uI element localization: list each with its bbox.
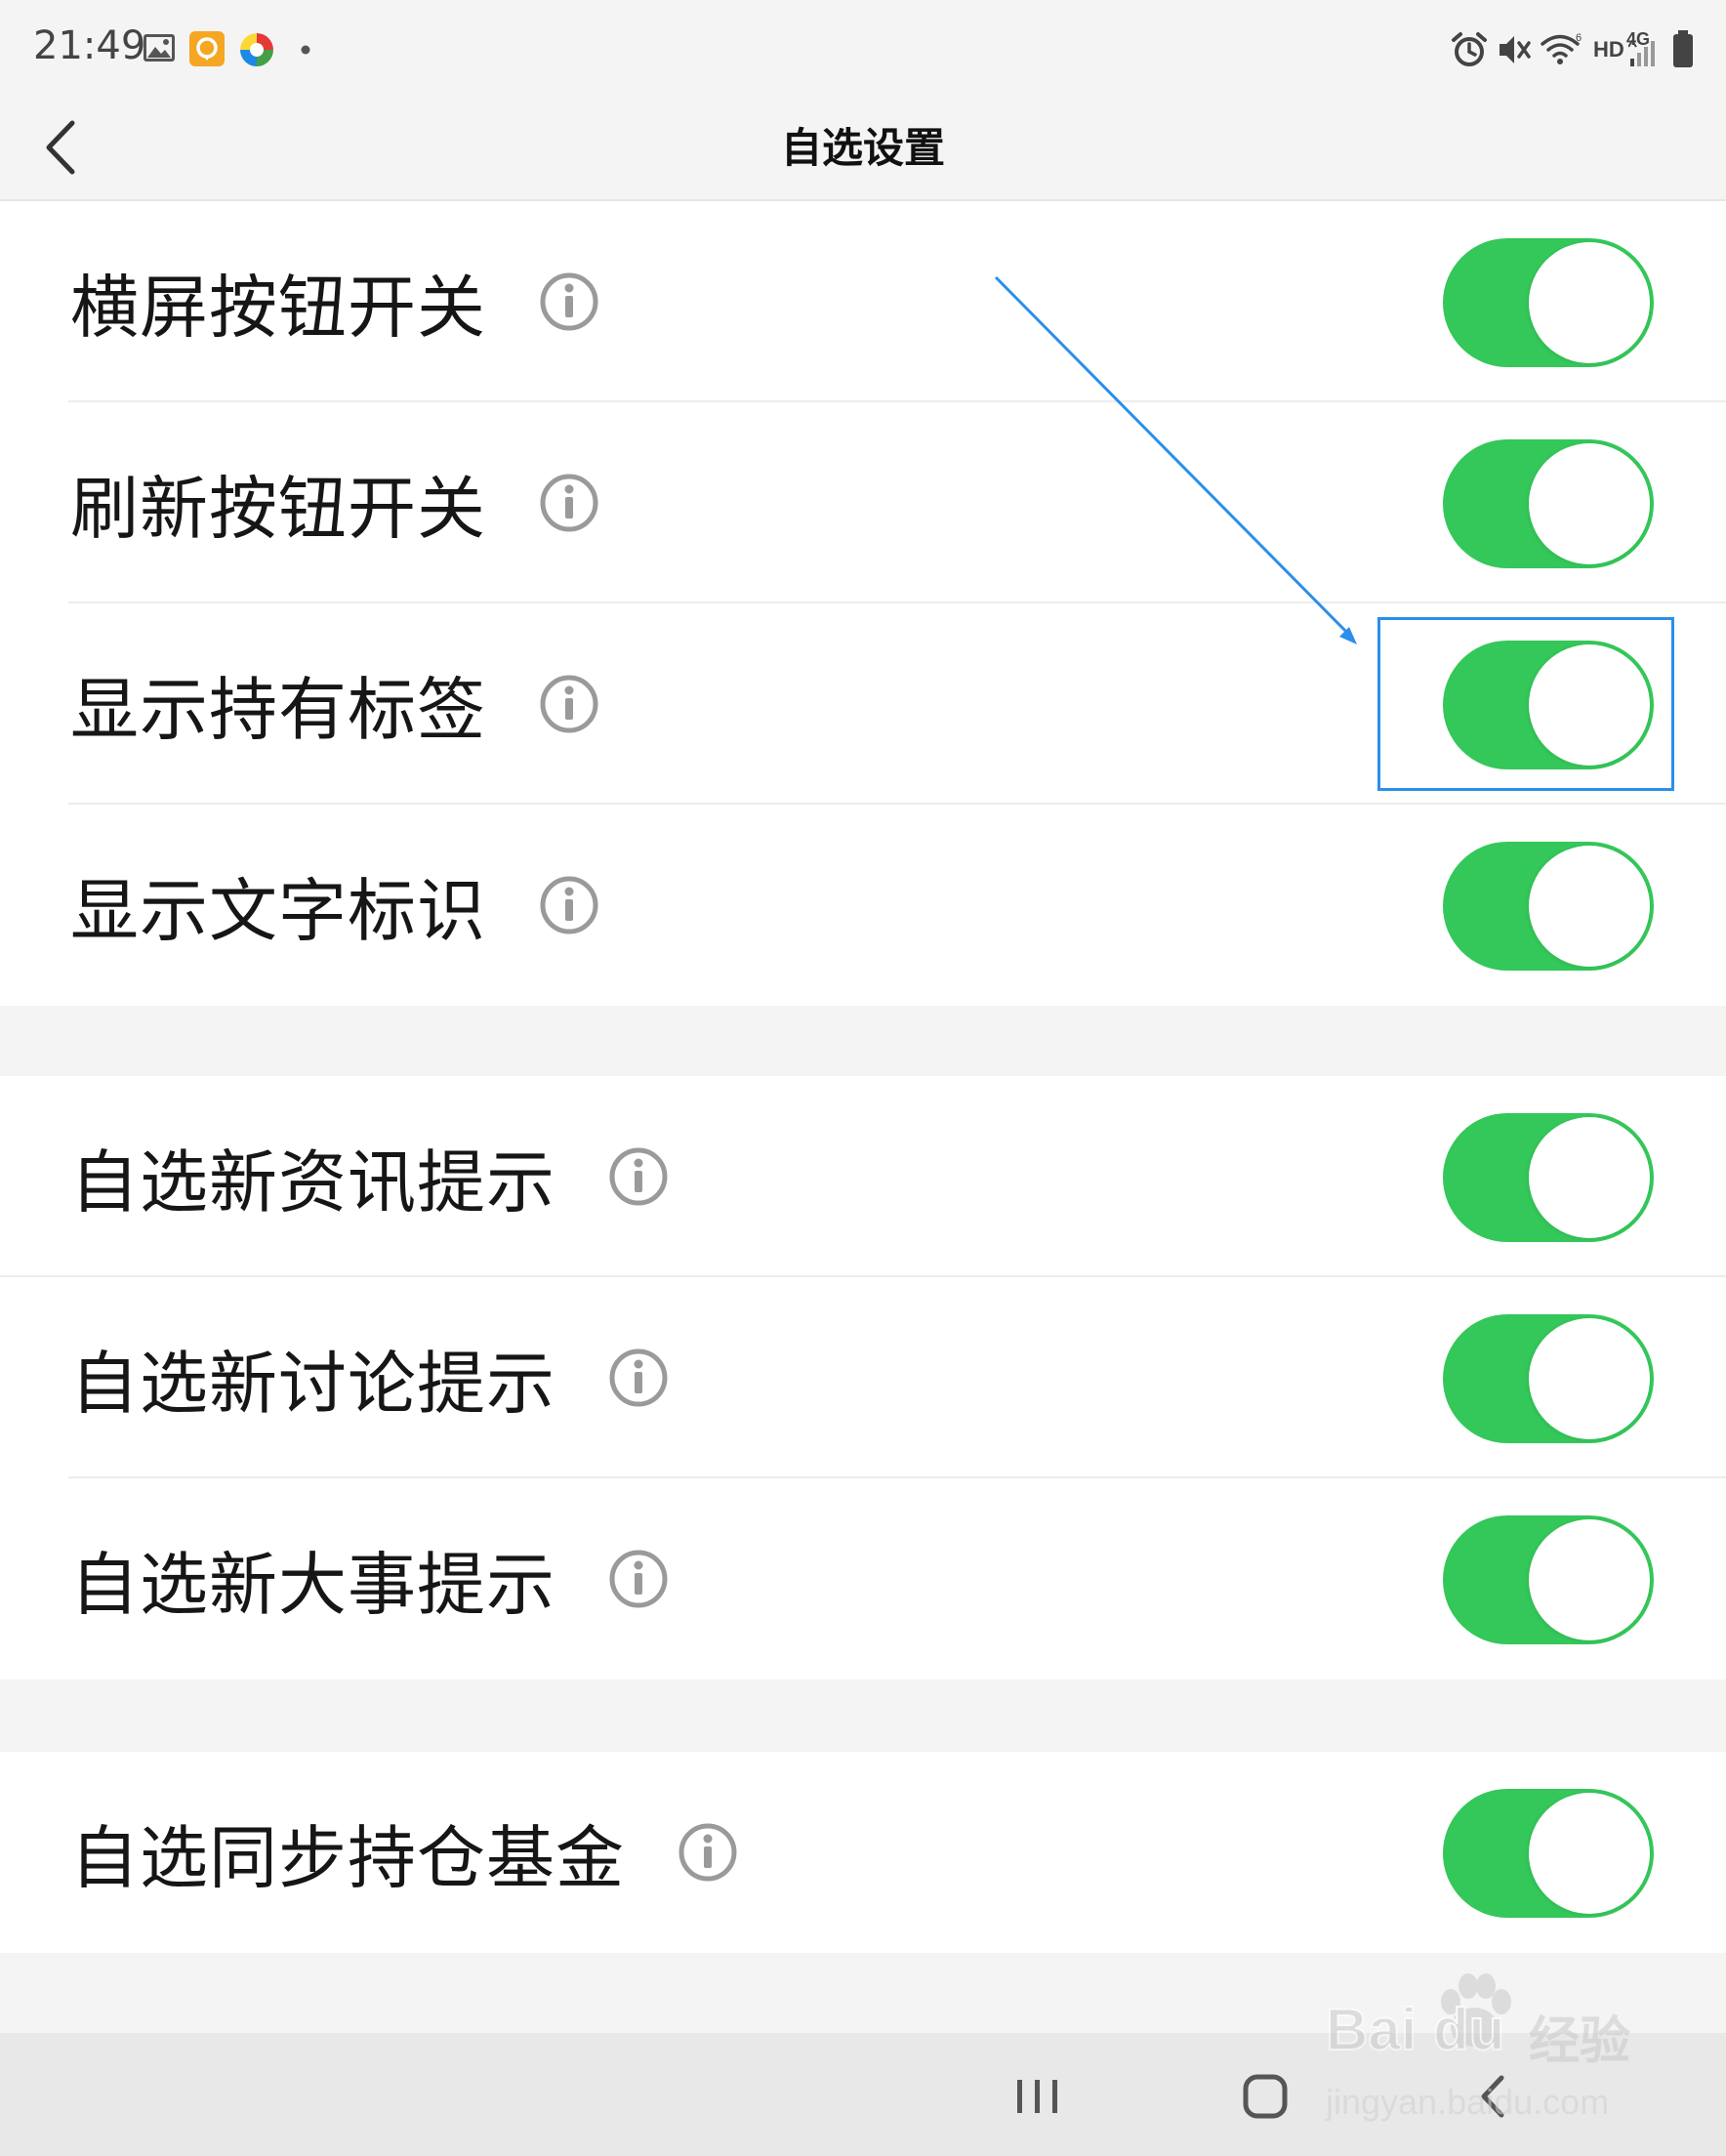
wifi-icon: 6 — [1541, 32, 1582, 64]
baidu-watermark: Bai du 经验 jingyan.baidu.com — [1324, 1963, 1636, 2129]
toggle-knob — [1529, 1117, 1650, 1238]
battery-icon — [1673, 30, 1693, 67]
setting-row: 自选同步持仓基金 — [0, 1752, 1726, 1953]
setting-row: 自选新大事提示 — [0, 1478, 1726, 1679]
info-icon[interactable] — [678, 1822, 738, 1883]
status-bar: 21:49 6 HD 4G — [0, 0, 1726, 98]
setting-label: 显示文字标识 — [70, 870, 486, 951]
colorful-app-icon — [240, 33, 273, 66]
info-icon[interactable] — [608, 1348, 669, 1408]
toggle-knob — [1529, 443, 1650, 564]
toggle-knob — [1529, 1793, 1650, 1914]
text-label-toggle[interactable] — [1443, 842, 1654, 971]
setting-label: 自选新资讯提示 — [70, 1141, 555, 1223]
status-time: 21:49 — [33, 23, 146, 68]
annotation-highlight-box — [1377, 617, 1674, 791]
gallery-icon — [144, 34, 175, 62]
toggle-knob — [1529, 1318, 1650, 1439]
sync-fund-toggle[interactable] — [1443, 1789, 1654, 1918]
watermark-brand: Bai du — [1325, 1996, 1505, 2063]
setting-row: 横屏按钮开关 — [0, 201, 1726, 402]
setting-label: 自选新讨论提示 — [70, 1343, 555, 1424]
info-icon[interactable] — [539, 875, 599, 935]
toggle-knob — [1529, 846, 1650, 967]
info-icon[interactable] — [539, 271, 599, 332]
toggle-knob — [1529, 1519, 1650, 1640]
setting-label: 自选同步持仓基金 — [70, 1817, 625, 1898]
settings-section-alerts: 自选新资讯提示 自选新讨论提示 自选新大事提示 — [0, 1076, 1726, 1679]
watermark-brand-cn: 经验 — [1529, 2012, 1631, 2071]
toggle-knob — [1529, 242, 1650, 363]
more-dot-icon — [301, 45, 310, 55]
info-icon[interactable] — [608, 1549, 669, 1609]
info-icon[interactable] — [608, 1146, 669, 1207]
setting-label: 显示持有标签 — [70, 669, 486, 750]
svg-text:6: 6 — [1576, 32, 1582, 44]
setting-label: 自选新大事提示 — [70, 1544, 555, 1625]
top-nav-bar: 自选设置 — [0, 98, 1726, 201]
setting-label: 横屏按钮开关 — [70, 267, 486, 348]
home-icon[interactable] — [1232, 2062, 1300, 2131]
page-title: 自选设置 — [780, 124, 945, 172]
alarm-icon — [1452, 32, 1487, 66]
setting-row: 显示文字标识 — [0, 805, 1726, 1006]
news-alert-toggle[interactable] — [1443, 1113, 1654, 1242]
network-hd-label: HD — [1593, 37, 1624, 62]
setting-row: 自选新资讯提示 — [0, 1076, 1726, 1277]
refresh-button-toggle[interactable] — [1443, 439, 1654, 568]
landscape-button-toggle[interactable] — [1443, 238, 1654, 367]
info-icon[interactable] — [539, 473, 599, 533]
notification-app-icon — [189, 31, 225, 66]
setting-label: 刷新按钮开关 — [70, 468, 486, 549]
info-icon[interactable] — [539, 674, 599, 734]
recent-apps-icon[interactable] — [1004, 2062, 1072, 2131]
setting-row: 刷新按钮开关 — [0, 402, 1726, 603]
mute-icon — [1500, 36, 1531, 63]
event-alert-toggle[interactable] — [1443, 1515, 1654, 1644]
settings-section-display: 横屏按钮开关 刷新按钮开关 显示持有标签 显示文字标识 — [0, 201, 1726, 1006]
setting-row: 自选新讨论提示 — [0, 1277, 1726, 1478]
discussion-alert-toggle[interactable] — [1443, 1314, 1654, 1443]
settings-section-sync: 自选同步持仓基金 — [0, 1752, 1726, 1953]
signal-icon — [1628, 39, 1655, 66]
watermark-url: jingyan.baidu.com — [1326, 2082, 1610, 2122]
